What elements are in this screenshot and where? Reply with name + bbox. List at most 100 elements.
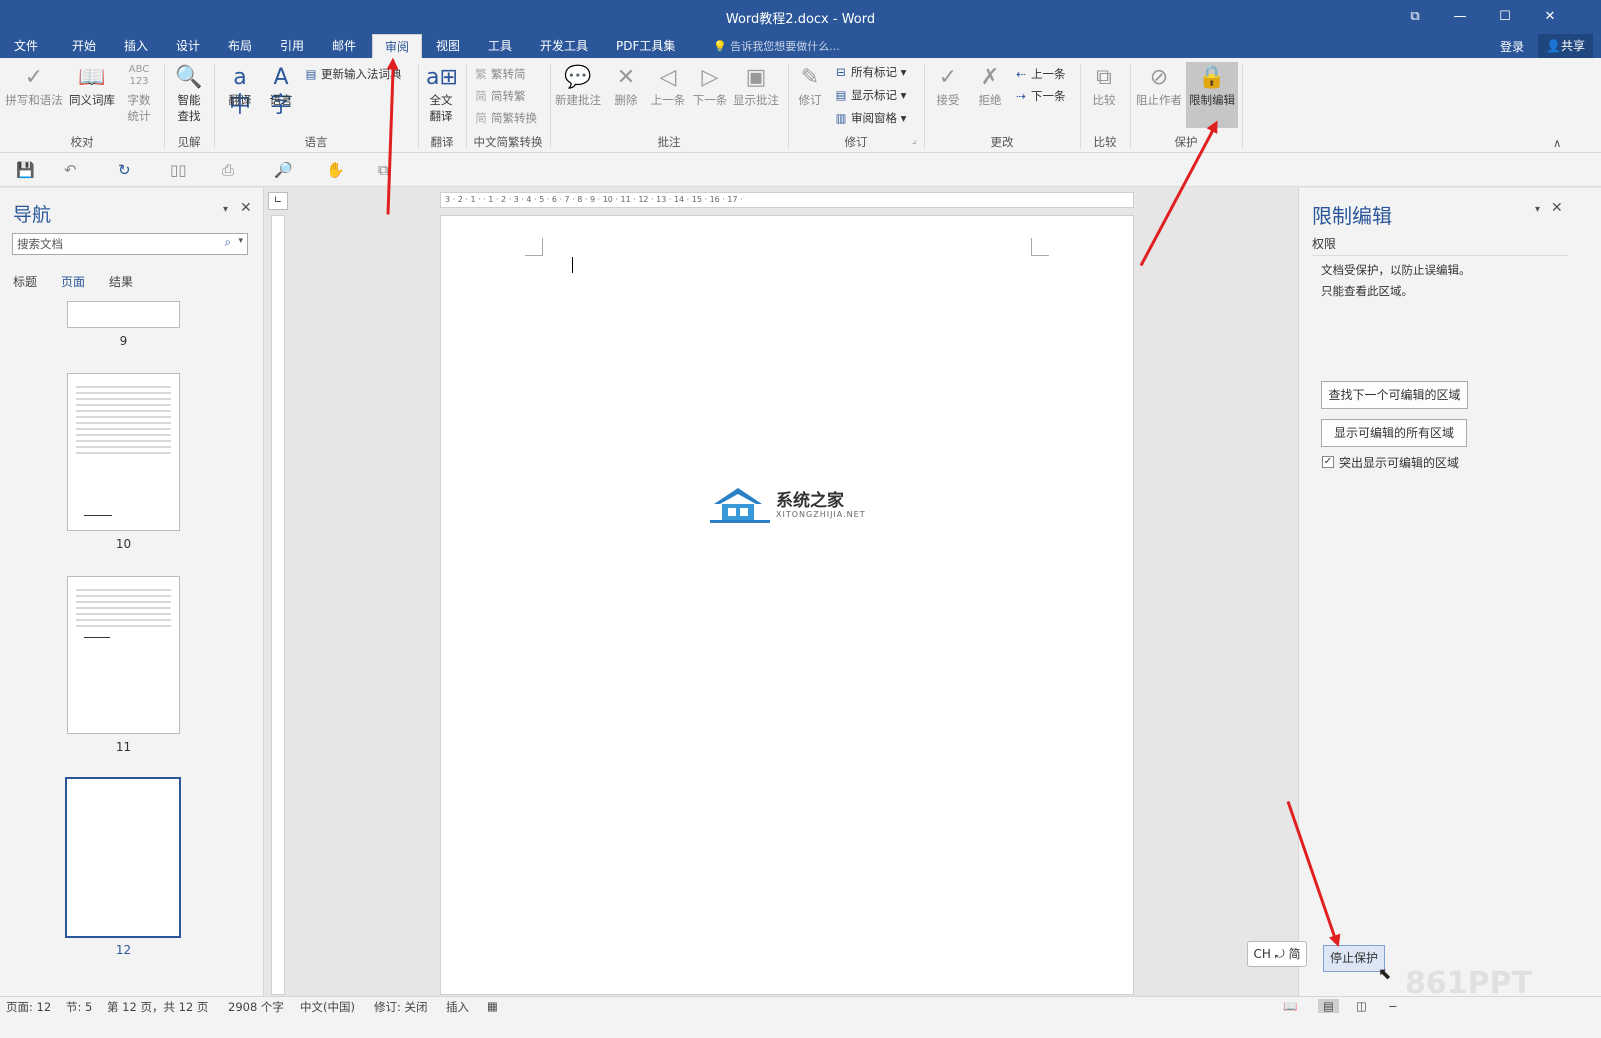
close-pane-icon[interactable]: ✕ — [240, 200, 252, 216]
previous-change-button[interactable]: ⇠ 上一条 — [1014, 66, 1065, 82]
review-pane-label: 审阅窗格 — [851, 111, 897, 125]
close-pane-icon[interactable]: ✕ — [1551, 200, 1563, 216]
compare-label: 比较 — [1092, 93, 1116, 107]
show-all-editable-regions-button[interactable]: 显示可编辑的所有区域 — [1321, 419, 1467, 447]
full-translate-button[interactable]: a⊞ 全文 翻译 — [422, 64, 460, 124]
status-language[interactable]: 中文(中国) — [300, 999, 355, 1015]
web-layout-icon[interactable]: ◫ — [1356, 999, 1367, 1013]
conversion-button[interactable]: 简简繁转换 — [474, 110, 537, 126]
read-mode-icon[interactable]: 📖 — [1283, 999, 1297, 1013]
simp-to-trad-button[interactable]: 简简转繁 — [474, 88, 525, 104]
undo-icon[interactable]: ↶ — [64, 161, 77, 179]
minimize-icon[interactable]: — — [1440, 6, 1480, 28]
tab-design[interactable]: 设计 — [170, 34, 206, 58]
tab-pdf-tools[interactable]: PDF工具集 — [610, 34, 681, 58]
horizontal-ruler[interactable]: 3 · 2 · 1 · · 1 · 2 · 3 · 4 · 5 · 6 · 7 … — [440, 192, 1134, 208]
language-button[interactable]: A字 语言 — [262, 64, 300, 118]
tab-references[interactable]: 引用 — [274, 34, 310, 58]
new-comment-button[interactable]: 💬 新建批注 — [554, 64, 602, 108]
smart-lookup-button[interactable]: 🔍 智能 查找 — [170, 64, 208, 124]
page-thumbnail-9[interactable] — [67, 301, 180, 328]
previous-comment-button[interactable]: ◁ 上一条 — [648, 64, 688, 108]
touch-mode-icon[interactable]: ✋ — [326, 161, 345, 179]
tab-pages[interactable]: 页面 — [61, 273, 85, 290]
tab-insert[interactable]: 插入 — [118, 34, 154, 58]
page-thumbnail-10[interactable] — [67, 373, 180, 531]
tab-layout[interactable]: 布局 — [222, 34, 258, 58]
delete-comment-button[interactable]: ✕ 删除 — [606, 64, 646, 108]
status-word-count[interactable]: 2908 个字 — [228, 999, 284, 1015]
search-input[interactable]: 搜索文档 ⌕ ▾ — [12, 233, 248, 255]
maximize-icon[interactable]: ☐ — [1485, 6, 1525, 28]
login-link[interactable]: 登录 — [1500, 38, 1524, 55]
show-markup-dropdown[interactable]: ▤ 显示标记 ▾ — [834, 87, 907, 103]
close-icon[interactable]: ✕ — [1530, 6, 1570, 28]
highlight-editable-checkbox[interactable]: ✓ — [1322, 456, 1334, 468]
tab-review[interactable]: 审阅 — [372, 34, 422, 58]
trad-to-simp-button[interactable]: 繁繁转简 — [474, 66, 525, 82]
print-icon[interactable]: ⎙ — [222, 161, 234, 179]
tab-selector-icon[interactable]: ∟ — [268, 192, 288, 210]
status-insert-mode[interactable]: 插入 — [446, 999, 469, 1015]
tab-view[interactable]: 视图 — [430, 34, 466, 58]
view-only-message: 只能查看此区域。 — [1321, 284, 1413, 298]
track-changes-button[interactable]: ✎ 修订 — [792, 64, 828, 108]
pane-options-icon[interactable]: ▾ — [1535, 204, 1540, 215]
ribbon-display-options-icon[interactable]: ⧉ — [1395, 6, 1435, 28]
tab-mailings[interactable]: 邮件 — [326, 34, 362, 58]
zoom-out-icon[interactable]: − — [1388, 999, 1398, 1013]
collapse-ribbon-icon[interactable]: ∧ — [1553, 136, 1561, 150]
thesaurus-button[interactable]: 📖 同义词库 — [66, 64, 118, 108]
tab-results[interactable]: 结果 — [109, 273, 133, 290]
group-label-protect: 保护 — [1174, 135, 1198, 149]
previous-label: 上一条 — [650, 93, 686, 107]
print-layout-icon[interactable]: ▤ — [1318, 999, 1339, 1013]
dictionary-icon: ▤ — [305, 67, 317, 81]
previous-change-icon: ⇠ — [1016, 67, 1026, 81]
redo-icon[interactable]: ↻ — [118, 161, 131, 179]
compare-button[interactable]: ⧉ 比较 — [1084, 64, 1124, 108]
next-change-button[interactable]: ⇢ 下一条 — [1014, 88, 1066, 104]
navigation-pane: 导航 ▾ ✕ 搜索文档 ⌕ ▾ 标题 页面 结果 9 10 11 12 — [0, 188, 264, 1018]
tab-file[interactable]: 文件 — [8, 34, 44, 58]
page-thumbnail-12[interactable] — [65, 777, 181, 938]
translate-button[interactable]: a中 翻译 — [220, 64, 260, 118]
tell-me-box[interactable]: 💡 告诉我您想要做什么... — [713, 38, 840, 54]
save-icon[interactable]: 💾 — [16, 161, 35, 179]
share-button[interactable]: 👤共享 — [1538, 34, 1593, 58]
word-count-button[interactable]: ABC 123 字数 统计 — [120, 64, 158, 124]
find-next-editable-region-button[interactable]: 查找下一个可编辑的区域 — [1321, 381, 1468, 409]
print-preview-icon[interactable]: 🔎 — [274, 161, 293, 179]
accept-button[interactable]: ✓ 接受 — [928, 64, 968, 108]
tracking-dialog-launcher-icon[interactable]: ⌟ — [912, 136, 916, 146]
tab-home[interactable]: 开始 — [66, 34, 102, 58]
pane-options-icon[interactable]: ▾ — [223, 204, 228, 215]
show-comments-button[interactable]: ▣ 显示批注 — [732, 64, 780, 108]
vertical-ruler[interactable] — [271, 215, 285, 995]
tab-headings[interactable]: 标题 — [13, 273, 37, 290]
reviewing-pane-dropdown[interactable]: ▥ 审阅窗格 ▾ — [834, 110, 907, 126]
all-markup-dropdown[interactable]: ⊟ 所有标记 ▾ — [834, 64, 906, 80]
accept-icon: ✓ — [938, 65, 958, 90]
macro-recording-icon[interactable]: ▦ — [487, 999, 498, 1013]
quick-access-toolbar: 💾 ↶ ↻ ▯▯ ⎙ 🔎 ✋ ⧉ — [0, 153, 1601, 187]
person-icon: 👤 — [1546, 39, 1561, 53]
ime-indicator[interactable]: CH ⤾ 简 — [1247, 941, 1307, 967]
status-page-count[interactable]: 第 12 页，共 12 页 — [107, 999, 208, 1015]
reject-button[interactable]: ✗ 拒绝 — [970, 64, 1010, 108]
page-thumbnail-11[interactable] — [67, 576, 180, 734]
chevron-down-icon[interactable]: ▾ — [238, 236, 243, 246]
tab-tools[interactable]: 工具 — [482, 34, 518, 58]
status-page[interactable]: 页面: 12 — [6, 999, 51, 1015]
status-track-changes[interactable]: 修订: 关闭 — [374, 999, 428, 1015]
status-section[interactable]: 节: 5 — [66, 999, 92, 1015]
next-comment-button[interactable]: ▷ 下一条 — [690, 64, 730, 108]
block-authors-button[interactable]: ⊘ 阻止作者 — [1134, 64, 1184, 108]
document-page[interactable] — [440, 215, 1134, 995]
tab-developer[interactable]: 开发工具 — [534, 34, 594, 58]
spelling-grammar-button[interactable]: ✓ 拼写和语法 — [4, 64, 64, 108]
next2-label: 下一条 — [1031, 89, 1066, 103]
search-icon[interactable]: ⌕ — [225, 235, 231, 250]
chevron-down-icon: ▾ — [900, 111, 907, 125]
two-pages-icon[interactable]: ▯▯ — [170, 161, 187, 179]
